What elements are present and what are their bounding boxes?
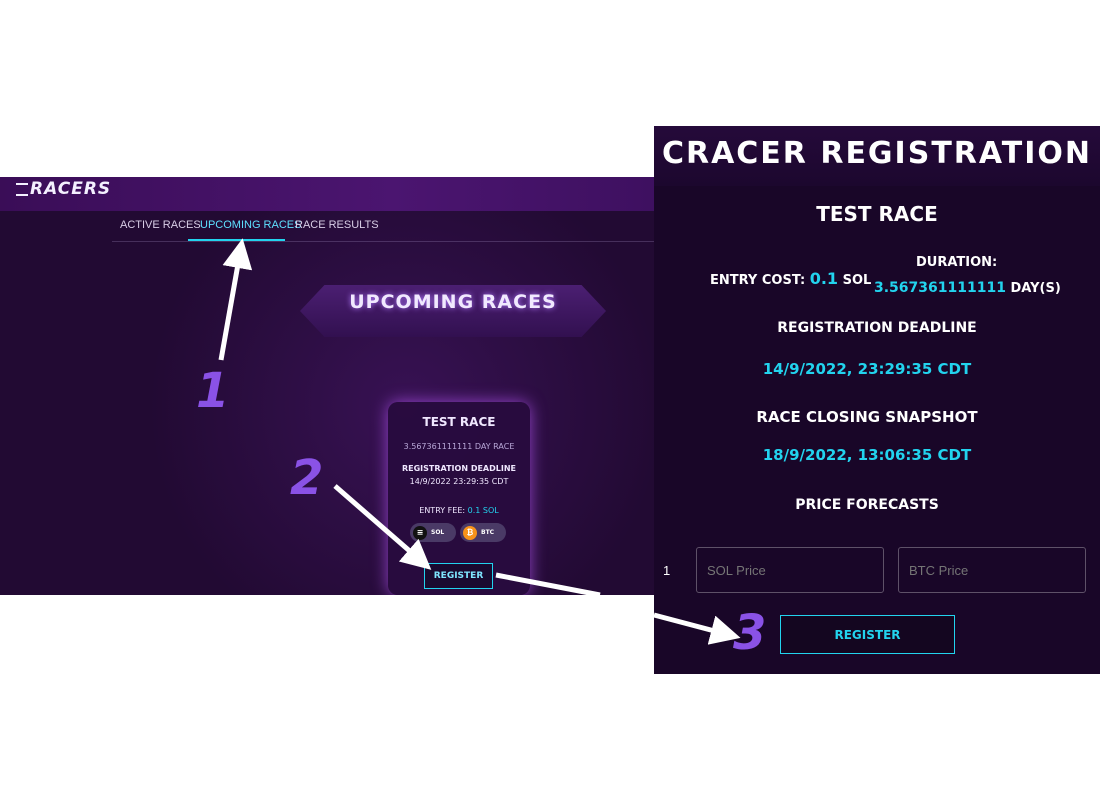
closing-snapshot-value: 18/9/2022, 13:06:35 CDT (762, 446, 972, 464)
tab-race-results[interactable]: RACE RESULTS (295, 219, 379, 231)
duration-value: 3.567361111111 (874, 280, 1006, 296)
btc-price-input[interactable] (898, 547, 1086, 593)
deadline-value: 14/9/2022, 23:29:35 CDT (762, 360, 972, 378)
race-name: TEST RACE (816, 202, 938, 226)
card-register-button[interactable]: REGISTER (424, 563, 493, 589)
app-header: RACERS (0, 177, 655, 211)
step-number-3: 3 (733, 605, 767, 661)
logo-mark-icon (16, 182, 28, 196)
duration-unit: DAY(S) (1010, 281, 1061, 296)
bitcoin-icon: ₿ (463, 525, 477, 540)
sol-price-input[interactable] (696, 547, 884, 593)
price-forecasts-label: PRICE FORECASTS (795, 497, 939, 513)
section-title: UPCOMING RACES (349, 291, 557, 313)
entry-fee-value: 0.1 SOL (467, 506, 499, 515)
step-number-1: 1 (196, 363, 230, 419)
token-label: SOL (431, 529, 445, 536)
token-label: BTC (481, 529, 495, 536)
entry-cost-label: ENTRY COST: (710, 273, 806, 288)
registration-title: CRACER REGISTRATION (661, 136, 1093, 171)
token-pill-sol: ≡ SOL (410, 523, 456, 542)
token-pill-btc: ₿ BTC (460, 523, 506, 542)
card-title: TEST RACE (422, 415, 496, 429)
app-logo[interactable]: RACERS (16, 179, 111, 199)
tabs-divider (112, 241, 655, 242)
deadline-label: REGISTRATION DEADLINE (777, 320, 977, 336)
entry-cost-unit: SOL (842, 273, 872, 288)
card-entry-fee: ENTRY FEE: 0.1 SOL (388, 506, 530, 515)
tab-upcoming-races[interactable]: UPCOMING RACES (200, 219, 301, 231)
solana-icon: ≡ (413, 525, 427, 540)
card-deadline-value: 14/9/2022 23:29:35 CDT (409, 477, 509, 486)
entry-cost: ENTRY COST: 0.1 SOL (710, 269, 871, 288)
entry-cost-value: 0.1 (809, 269, 839, 288)
tab-active-races[interactable]: ACTIVE RACES (120, 219, 201, 231)
register-button[interactable]: REGISTER (780, 615, 955, 654)
card-deadline-label: REGISTRATION DEADLINE (401, 464, 516, 473)
forecast-row-index: 1 (663, 563, 671, 578)
step-number-2: 2 (290, 450, 324, 506)
closing-snapshot-label: RACE CLOSING SNAPSHOT (756, 408, 978, 426)
races-page-screenshot: RACERS ACTIVE RACES UPCOMING RACES RACE … (0, 177, 655, 595)
card-duration: 3.567361111111 DAY RACE (403, 442, 515, 451)
logo-text: RACERS (30, 179, 112, 199)
duration: 3.567361111111 DAY(S) (874, 280, 1061, 296)
registration-panel-screenshot: CRACER REGISTRATION TEST RACE ENTRY COST… (654, 126, 1100, 674)
duration-label: DURATION: (916, 255, 998, 270)
entry-fee-label: ENTRY FEE: (419, 506, 466, 515)
